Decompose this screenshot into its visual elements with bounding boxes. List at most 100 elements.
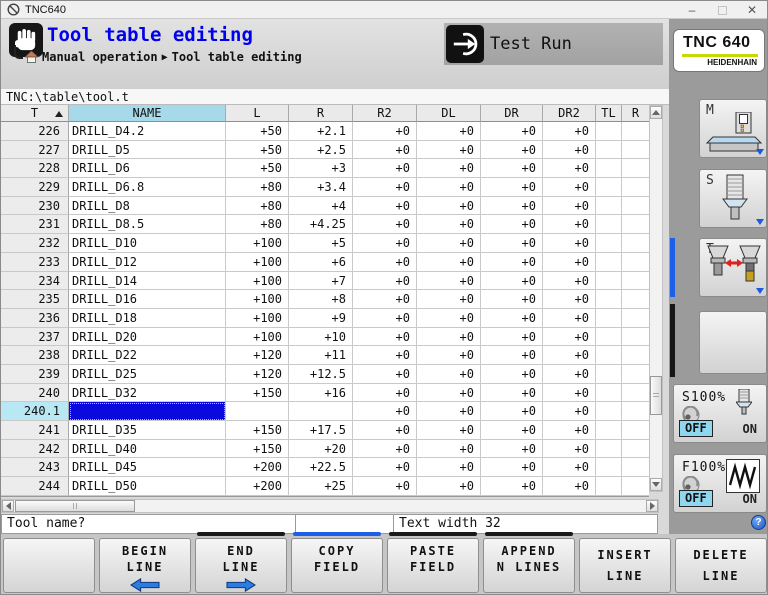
- table-cell[interactable]: +0: [353, 215, 417, 234]
- table-cell[interactable]: +0: [481, 159, 543, 178]
- row-number-cell[interactable]: 242: [1, 440, 69, 459]
- softkey-end-line[interactable]: ENDLINE: [195, 538, 287, 593]
- softkey-begin-line[interactable]: BEGINLINE: [99, 538, 191, 593]
- table-cell[interactable]: +100: [226, 290, 289, 309]
- table-cell[interactable]: +0: [481, 234, 543, 253]
- table-cell[interactable]: +0: [353, 402, 417, 421]
- softkey-paste-field[interactable]: PASTEFIELD: [387, 538, 479, 593]
- table-cell[interactable]: +0: [481, 328, 543, 347]
- row-number-cell[interactable]: 230: [1, 197, 69, 216]
- table-cell[interactable]: [622, 197, 649, 216]
- table-cell[interactable]: +3: [289, 159, 353, 178]
- softkey-insert-line[interactable]: INSERTLINE: [579, 538, 671, 593]
- softkey-delete-line[interactable]: DELETELINE: [675, 538, 767, 593]
- table-cell[interactable]: +0: [481, 141, 543, 160]
- table-cell[interactable]: +0: [353, 290, 417, 309]
- table-cell[interactable]: DRILL_D18: [69, 309, 226, 328]
- row-number-cell[interactable]: 238: [1, 346, 69, 365]
- table-cell[interactable]: +100: [226, 253, 289, 272]
- table-cell[interactable]: +0: [417, 440, 481, 459]
- column-header-name[interactable]: NAME: [69, 105, 226, 122]
- table-cell[interactable]: +10: [289, 328, 353, 347]
- row-number-cell[interactable]: 226: [1, 122, 69, 141]
- table-cell[interactable]: [622, 440, 649, 459]
- table-cell[interactable]: +120: [226, 346, 289, 365]
- row-number-cell[interactable]: 227: [1, 141, 69, 160]
- vertical-scrollbar-thumb[interactable]: [650, 376, 662, 415]
- table-cell[interactable]: DRILL_D32: [69, 384, 226, 403]
- table-cell[interactable]: +8: [289, 290, 353, 309]
- column-header-t[interactable]: T: [1, 105, 69, 122]
- table-cell[interactable]: +6: [289, 253, 353, 272]
- table-cell[interactable]: [622, 328, 649, 347]
- scroll-up-button[interactable]: [650, 106, 662, 119]
- table-cell[interactable]: +0: [353, 122, 417, 141]
- table-cell[interactable]: +3.4: [289, 178, 353, 197]
- tool-mode-button[interactable]: T: [699, 238, 767, 297]
- row-number-cell[interactable]: 243: [1, 458, 69, 477]
- table-cell[interactable]: [596, 421, 622, 440]
- table-cell[interactable]: +0: [543, 309, 596, 328]
- table-cell[interactable]: +150: [226, 384, 289, 403]
- table-cell[interactable]: +0: [481, 178, 543, 197]
- table-cell[interactable]: +0: [543, 253, 596, 272]
- table-cell[interactable]: [596, 346, 622, 365]
- table-cell[interactable]: [596, 178, 622, 197]
- table-cell[interactable]: [622, 477, 649, 496]
- table-cell[interactable]: +20: [289, 440, 353, 459]
- table-cell[interactable]: +0: [353, 197, 417, 216]
- table-cell[interactable]: +100: [226, 272, 289, 291]
- row-number-cell[interactable]: 228: [1, 159, 69, 178]
- table-cell[interactable]: +50: [226, 141, 289, 160]
- table-cell[interactable]: DRILL_D8: [69, 197, 226, 216]
- table-cell[interactable]: [622, 215, 649, 234]
- table-cell[interactable]: +0: [543, 234, 596, 253]
- row-number-cell[interactable]: 234: [1, 272, 69, 291]
- scroll-down-button[interactable]: [650, 478, 662, 491]
- table-cell[interactable]: +0: [481, 402, 543, 421]
- table-cell[interactable]: [622, 421, 649, 440]
- table-cell[interactable]: +0: [543, 178, 596, 197]
- scroll-left-button[interactable]: [2, 500, 14, 512]
- table-cell[interactable]: +200: [226, 477, 289, 496]
- table-cell[interactable]: +11: [289, 346, 353, 365]
- table-cell[interactable]: +0: [353, 178, 417, 197]
- softkey-append-n-lines[interactable]: APPENDN LINES: [483, 538, 575, 593]
- table-cell[interactable]: +80: [226, 215, 289, 234]
- column-header-dl[interactable]: DL: [417, 105, 481, 122]
- help-button[interactable]: ?: [751, 515, 766, 530]
- table-cell[interactable]: +7: [289, 272, 353, 291]
- table-cell[interactable]: +0: [353, 328, 417, 347]
- table-cell[interactable]: DRILL_D6.8: [69, 178, 226, 197]
- column-header-r[interactable]: R: [289, 105, 353, 122]
- column-header-l[interactable]: L: [226, 105, 289, 122]
- table-cell[interactable]: [596, 309, 622, 328]
- table-cell[interactable]: +0: [353, 440, 417, 459]
- row-number-cell[interactable]: 233: [1, 253, 69, 272]
- feed-override-button[interactable]: F100% OFF ON: [673, 454, 767, 513]
- table-cell[interactable]: +50: [226, 159, 289, 178]
- table-cell[interactable]: +0: [543, 346, 596, 365]
- maximize-button[interactable]: [707, 1, 737, 19]
- table-cell[interactable]: DRILL_D22: [69, 346, 226, 365]
- table-cell[interactable]: +5: [289, 234, 353, 253]
- table-cell[interactable]: +0: [353, 365, 417, 384]
- row-number-cell[interactable]: 235: [1, 290, 69, 309]
- table-cell[interactable]: +0: [481, 215, 543, 234]
- table-cell[interactable]: +0: [481, 253, 543, 272]
- table-cell[interactable]: +100: [226, 309, 289, 328]
- horizontal-scrollbar-thumb[interactable]: [15, 500, 135, 512]
- table-cell[interactable]: +0: [417, 215, 481, 234]
- table-cell[interactable]: +0: [481, 122, 543, 141]
- table-cell[interactable]: +0: [417, 234, 481, 253]
- table-cell[interactable]: +0: [543, 122, 596, 141]
- table-cell[interactable]: [596, 384, 622, 403]
- table-cell[interactable]: +0: [543, 458, 596, 477]
- table-cell[interactable]: +0: [417, 178, 481, 197]
- table-cell[interactable]: +0: [353, 384, 417, 403]
- table-cell[interactable]: DRILL_D25: [69, 365, 226, 384]
- table-cell[interactable]: +0: [481, 290, 543, 309]
- table-cell[interactable]: +12.5: [289, 365, 353, 384]
- table-cell[interactable]: DRILL_D10: [69, 234, 226, 253]
- minimize-button[interactable]: –: [677, 1, 707, 19]
